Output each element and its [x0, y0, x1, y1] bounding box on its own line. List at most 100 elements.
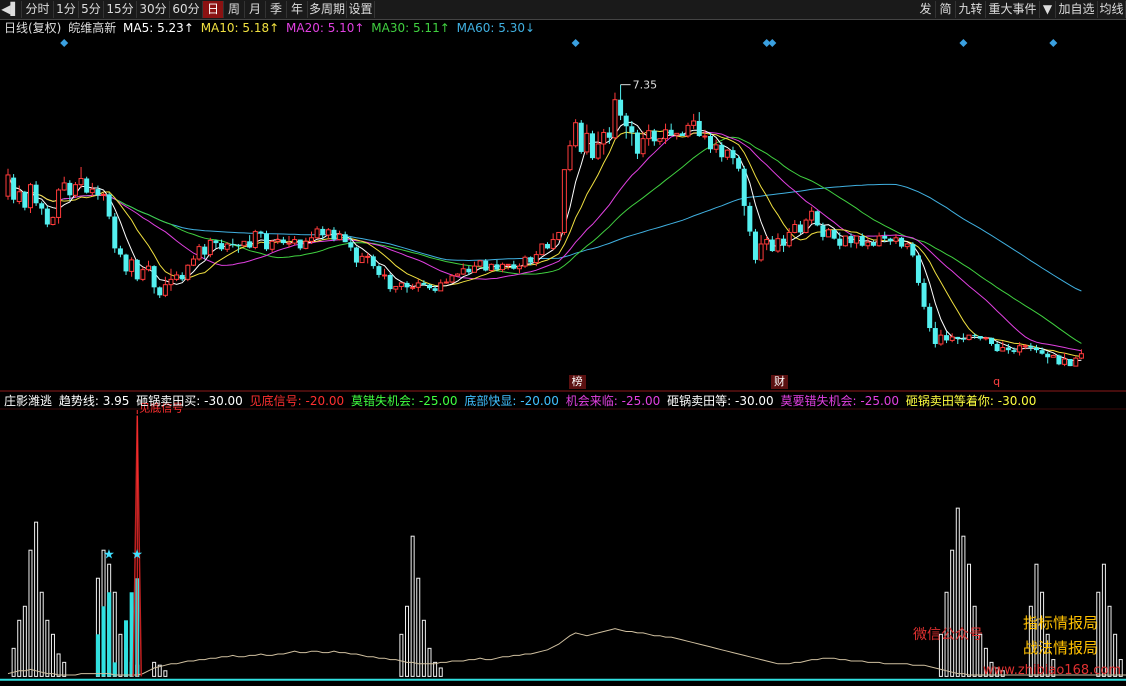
tab-1min[interactable]: 1分 — [54, 1, 79, 18]
candle-body — [1022, 345, 1028, 348]
candle-body — [522, 256, 528, 267]
candle-body — [786, 231, 792, 247]
tab-week[interactable]: 周 — [224, 1, 245, 18]
candle-body — [949, 336, 955, 341]
chart-canvas[interactable]: 7.35见底信号★ ★ — [0, 0, 1126, 686]
candle-body — [101, 193, 107, 196]
tab-month[interactable]: 月 — [245, 1, 266, 18]
legend-trend-line: 趋势线: 3.95 — [58, 394, 130, 408]
tab-multi-period[interactable]: 多周期 — [308, 1, 347, 18]
candle-body — [972, 335, 978, 337]
candle-body — [1056, 355, 1062, 365]
candle-body — [809, 210, 815, 221]
candle-body — [449, 275, 455, 283]
candle-body — [483, 260, 489, 271]
candle-body — [865, 241, 871, 247]
candle-body — [494, 264, 500, 270]
candle-body — [702, 135, 708, 138]
events-dropdown-icon[interactable]: ▼ — [1040, 1, 1056, 18]
tab-quarter[interactable]: 季 — [266, 1, 287, 18]
candle-body — [455, 273, 461, 277]
legend-item-2: 砸锅卖田买: -30.00 — [136, 394, 243, 408]
candle-body — [84, 178, 90, 193]
candle-body — [235, 244, 241, 246]
period-label: 日线(复权) — [4, 21, 62, 35]
candle-body — [932, 328, 938, 344]
ma-lines-button[interactable]: 均线 — [1098, 1, 1126, 18]
candle-body — [179, 274, 185, 280]
ma5-label: MA5: 5.23↑ — [123, 21, 194, 35]
candle-body — [792, 224, 798, 233]
candle-body — [578, 122, 584, 152]
nine-turn-button[interactable]: 九转 — [956, 1, 986, 18]
tab-15min[interactable]: 15分 — [104, 1, 137, 18]
candle-body — [533, 254, 539, 264]
tab-day[interactable]: 日 — [203, 1, 224, 18]
candle-body — [297, 239, 303, 249]
volume-bar — [62, 661, 67, 677]
candle-body — [1073, 357, 1079, 367]
candle-body — [882, 236, 888, 239]
legend-item-5: 底部快显: -20.00 — [464, 394, 559, 408]
candle-body — [252, 231, 258, 249]
tab-60min[interactable]: 60分 — [170, 1, 203, 18]
tab-fenshi[interactable]: 分时 — [22, 1, 54, 18]
candle-body — [151, 266, 157, 288]
fa-button[interactable]: 发 — [916, 1, 936, 18]
candle-body — [432, 288, 438, 291]
candle-body — [657, 138, 663, 142]
candle-body — [752, 231, 758, 260]
tab-year[interactable]: 年 — [287, 1, 308, 18]
volume-bar — [433, 661, 438, 677]
tab-5min[interactable]: 5分 — [79, 1, 104, 18]
candle-body — [387, 274, 393, 290]
candle-body — [348, 242, 354, 248]
candle-body — [612, 99, 618, 139]
event-marker-bang[interactable]: 榜 — [568, 375, 586, 389]
candle-body — [899, 237, 905, 247]
major-events-button[interactable]: 重大事件 — [986, 1, 1040, 18]
candle-body — [275, 239, 281, 242]
event-diamond-icon — [60, 39, 69, 47]
candle-body — [1000, 347, 1006, 352]
event-marker-cai[interactable]: 财 — [770, 375, 788, 389]
candle-body — [89, 188, 95, 194]
simple-button[interactable]: 简 — [936, 1, 956, 18]
candle-body — [989, 337, 994, 344]
candle-body — [1005, 347, 1011, 351]
candle-body — [157, 287, 163, 296]
ma30-line — [7, 136, 1082, 344]
candle-body — [146, 265, 151, 271]
event-marker-q[interactable]: q — [990, 375, 1003, 389]
candle-body — [983, 337, 989, 340]
candle-body — [342, 234, 348, 243]
candle-body — [679, 133, 685, 137]
volume-bar — [28, 549, 33, 677]
candle-body — [893, 237, 899, 242]
tab-30min[interactable]: 30分 — [137, 1, 170, 18]
legend-item-7: 砸锅卖田等: -30.00 — [667, 394, 774, 408]
signal-bar — [101, 606, 106, 677]
add-favorite-button[interactable]: 加自选 — [1056, 1, 1098, 18]
candle-body — [691, 120, 697, 126]
candle-body — [724, 149, 730, 158]
candle-body — [258, 231, 264, 234]
volume-bar — [50, 633, 55, 677]
back-arrow-icon[interactable]: ◀▌ — [0, 1, 22, 18]
candle-body — [589, 133, 595, 159]
settings-button[interactable]: 设置 — [347, 1, 375, 18]
candle-body — [955, 336, 961, 339]
candle-body — [190, 258, 196, 266]
event-diamond-icon — [959, 39, 968, 47]
volume-bar — [416, 577, 421, 677]
candle-body — [601, 131, 607, 145]
candle-body — [477, 260, 483, 267]
candle-body — [224, 243, 230, 250]
candle-body — [747, 205, 753, 232]
candle-body — [859, 236, 865, 246]
watermark-line1: 指标情报局 — [1023, 614, 1099, 632]
candle-body — [685, 124, 691, 137]
candle-body — [741, 168, 747, 206]
indicator-name: 庄影潍逃 — [4, 394, 53, 408]
candle-body — [623, 115, 629, 127]
